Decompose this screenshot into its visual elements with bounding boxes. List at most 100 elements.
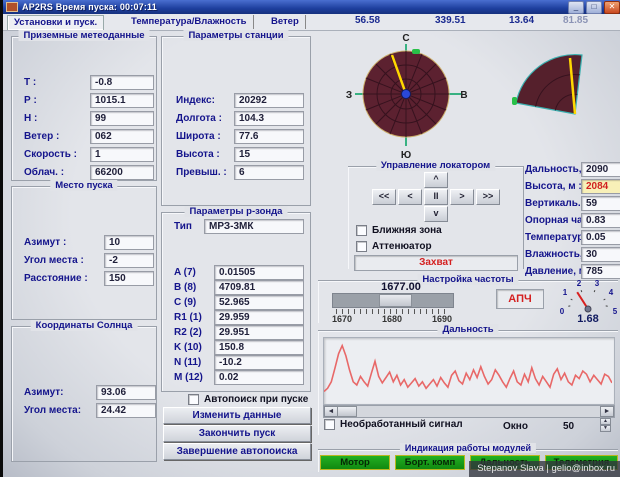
signal-gauge: 0 1 2 3 4 5 <box>556 279 620 317</box>
close-button[interactable]: ✕ <box>604 1 620 14</box>
readout-3: 13.64 <box>509 15 534 26</box>
scroll-right-icon[interactable]: ► <box>600 406 614 417</box>
telemetry-temp: 0.05 <box>581 230 620 245</box>
field-excess[interactable]: 6 <box>234 165 304 180</box>
tab-setup-launch[interactable]: Установки и пуск. <box>7 15 104 30</box>
change-data-button[interactable]: Изменить данные <box>163 407 311 424</box>
field-elevation[interactable]: -2 <box>104 253 154 268</box>
field-azimuth[interactable]: 10 <box>104 235 154 250</box>
tab-temperature-humidity[interactable]: Температура/Влажность <box>125 15 254 29</box>
gauge-tick-0: 0 <box>560 307 565 316</box>
scrollbar-thumb[interactable] <box>337 406 357 417</box>
sonde-type-value[interactable]: МРЗ-3МК <box>204 219 304 234</box>
panel-sonde: Параметры р-зонда ТипМРЗ-3МК A (7)0.0150… <box>161 212 311 392</box>
gauge-value: 1.68 <box>570 313 606 325</box>
field-label: Р : <box>24 93 37 108</box>
coeff-label: C (9) <box>174 295 196 310</box>
telemetry-humidity: 30 <box>581 247 620 262</box>
antenna-up-button[interactable]: ^ <box>424 172 448 188</box>
field-label: Превыш. : <box>176 165 227 180</box>
antenna-stop-button[interactable]: II <box>424 189 448 205</box>
coeff-n[interactable]: -10.2 <box>214 355 304 370</box>
range-plot-scrollbar[interactable]: ◄ ► <box>323 405 615 418</box>
field-label: Скорость : <box>24 147 77 162</box>
antenna-fast-left-button[interactable]: << <box>372 189 396 205</box>
telemetry-panel: Дальность, м :2090 Высота, м :2084 Верти… <box>525 162 619 282</box>
telemetry-range: 2090 <box>581 162 620 177</box>
coeff-c[interactable]: 52.965 <box>214 295 304 310</box>
antenna-fast-right-button[interactable]: >> <box>476 189 500 205</box>
near-zone-label: Ближняя зона <box>372 225 442 236</box>
azimuth-target-marker <box>412 49 420 54</box>
window-label: Окно <box>503 419 528 434</box>
field-label: Н : <box>24 111 37 126</box>
field-sun-elevation: 24.42 <box>96 403 156 418</box>
telemetry-vspeed: 59 <box>581 196 620 211</box>
autosearch-checkbox[interactable]: Автопоиск при пуске <box>188 394 308 405</box>
panel-sonde-title: Параметры р-зонда <box>185 206 288 217</box>
checkbox-icon <box>356 225 367 236</box>
compass-east-label: В <box>460 90 467 101</box>
panel-surface-meteo: Приземные метеоданные Т :-0.8 Р :1015.1 … <box>11 36 157 181</box>
spin-down-icon[interactable]: ▼ <box>600 425 611 432</box>
coeff-label: M (12) <box>174 370 203 385</box>
coeff-r2[interactable]: 29.951 <box>214 325 304 340</box>
minimize-button[interactable]: _ <box>568 1 584 14</box>
field-cloud[interactable]: 66200 <box>90 165 154 180</box>
frequency-slider[interactable] <box>332 293 454 308</box>
antenna-down-button[interactable]: v <box>424 206 448 222</box>
panel-launch-site-title: Место пуска <box>50 180 117 191</box>
panel-sun-coords: Координаты Солнца Азимут:93.06 Угол мест… <box>11 326 157 462</box>
field-speed[interactable]: 1 <box>90 147 154 162</box>
elevation-target-marker <box>512 97 517 105</box>
field-longitude[interactable]: 104.3 <box>234 111 304 126</box>
elevation-scope <box>497 34 617 126</box>
scale-tick-label: 1690 <box>432 314 452 324</box>
panel-surface-meteo-title: Приземные метеоданные <box>18 30 149 41</box>
attenuator-label: Аттенюатор <box>372 241 432 252</box>
coeff-m[interactable]: 0.02 <box>214 370 304 385</box>
range-signal-polyline <box>324 346 612 392</box>
frequency-value: 1677.00 <box>346 281 456 293</box>
field-label: Ветер : <box>24 129 59 144</box>
autosearch-label: Автопоиск при пуске <box>204 394 308 405</box>
telemetry-pressure: 785 <box>581 264 620 279</box>
field-h[interactable]: 99 <box>90 111 154 126</box>
spin-up-icon[interactable]: ▲ <box>600 418 611 425</box>
antenna-left-button[interactable]: < <box>398 189 422 205</box>
telemetry-reffreq: 0.83 <box>581 213 620 228</box>
compass-west-label: З <box>346 90 352 101</box>
capture-status-field[interactable]: Захват <box>354 255 518 271</box>
frequency-slider-thumb[interactable] <box>379 294 412 307</box>
end-autosearch-button[interactable]: Завершение автопоиска <box>163 443 311 460</box>
gauge-tick-3: 3 <box>595 279 600 288</box>
readout-4: 81.85 <box>563 15 588 26</box>
field-p[interactable]: 1015.1 <box>90 93 154 108</box>
window-spinner[interactable]: ▲▼ <box>600 418 611 432</box>
field-latitude[interactable]: 77.6 <box>234 129 304 144</box>
readout-1: 56.58 <box>355 15 380 26</box>
azimuth-scope: С Ю З В <box>345 32 469 160</box>
checkbox-icon <box>356 241 367 252</box>
maximize-button[interactable]: □ <box>586 1 602 14</box>
coeff-a[interactable]: 0.01505 <box>214 265 304 280</box>
antenna-right-button[interactable]: > <box>450 189 474 205</box>
coeff-k[interactable]: 150.8 <box>214 340 304 355</box>
raw-signal-checkbox[interactable]: Необработанный сигнал <box>324 419 463 430</box>
range-signal-plot <box>323 337 615 405</box>
window-value: 50 <box>563 419 574 434</box>
field-distance[interactable]: 150 <box>104 271 154 286</box>
coeff-b[interactable]: 4709.81 <box>214 280 304 295</box>
field-t[interactable]: -0.8 <box>90 75 154 90</box>
finish-launch-button[interactable]: Закончить пуск <box>163 425 311 442</box>
frequency-scale: 1670 1680 1690 <box>332 314 452 324</box>
afc-button[interactable]: АПЧ <box>496 289 544 309</box>
field-index[interactable]: 20292 <box>234 93 304 108</box>
coeff-r1[interactable]: 29.959 <box>214 310 304 325</box>
scroll-left-icon[interactable]: ◄ <box>324 406 338 417</box>
near-zone-checkbox[interactable]: Ближняя зона <box>356 225 442 236</box>
field-altitude[interactable]: 15 <box>234 147 304 162</box>
field-wind[interactable]: 062 <box>90 129 154 144</box>
tab-wind[interactable]: Ветер <box>265 15 306 29</box>
attenuator-checkbox[interactable]: Аттенюатор <box>356 241 432 252</box>
